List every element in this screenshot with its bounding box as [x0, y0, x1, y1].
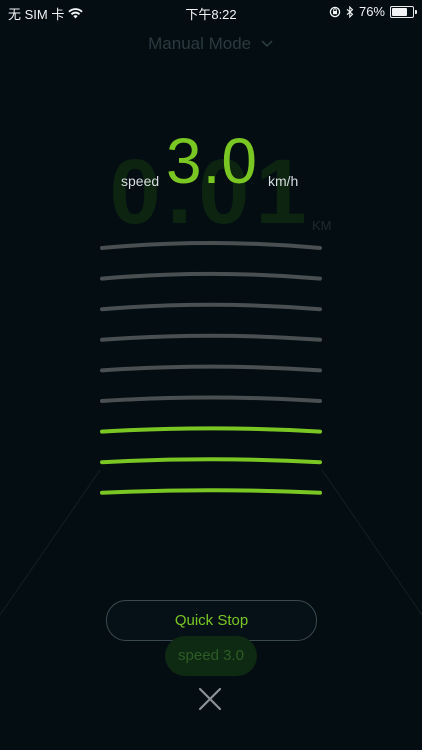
speed-pill: speed 3.0 [165, 636, 257, 676]
speed-level-arc[interactable] [100, 271, 322, 281]
speed-unit: km/h [268, 173, 299, 189]
speed-value: 3.0 [166, 125, 258, 197]
speed-level-arc[interactable] [100, 457, 322, 465]
quick-stop-button[interactable]: Quick Stop [106, 600, 317, 641]
speed-level-arc[interactable] [100, 241, 322, 250]
speed-label: speed [121, 173, 160, 189]
speed-level-arc[interactable] [100, 395, 322, 403]
speed-level-arc[interactable] [100, 333, 322, 342]
speed-level-arc[interactable] [100, 426, 322, 434]
close-icon[interactable] [197, 686, 223, 712]
speed-level-arc[interactable] [100, 364, 322, 373]
speed-level-arc[interactable] [100, 488, 322, 495]
speed-level-arc[interactable] [100, 302, 322, 312]
